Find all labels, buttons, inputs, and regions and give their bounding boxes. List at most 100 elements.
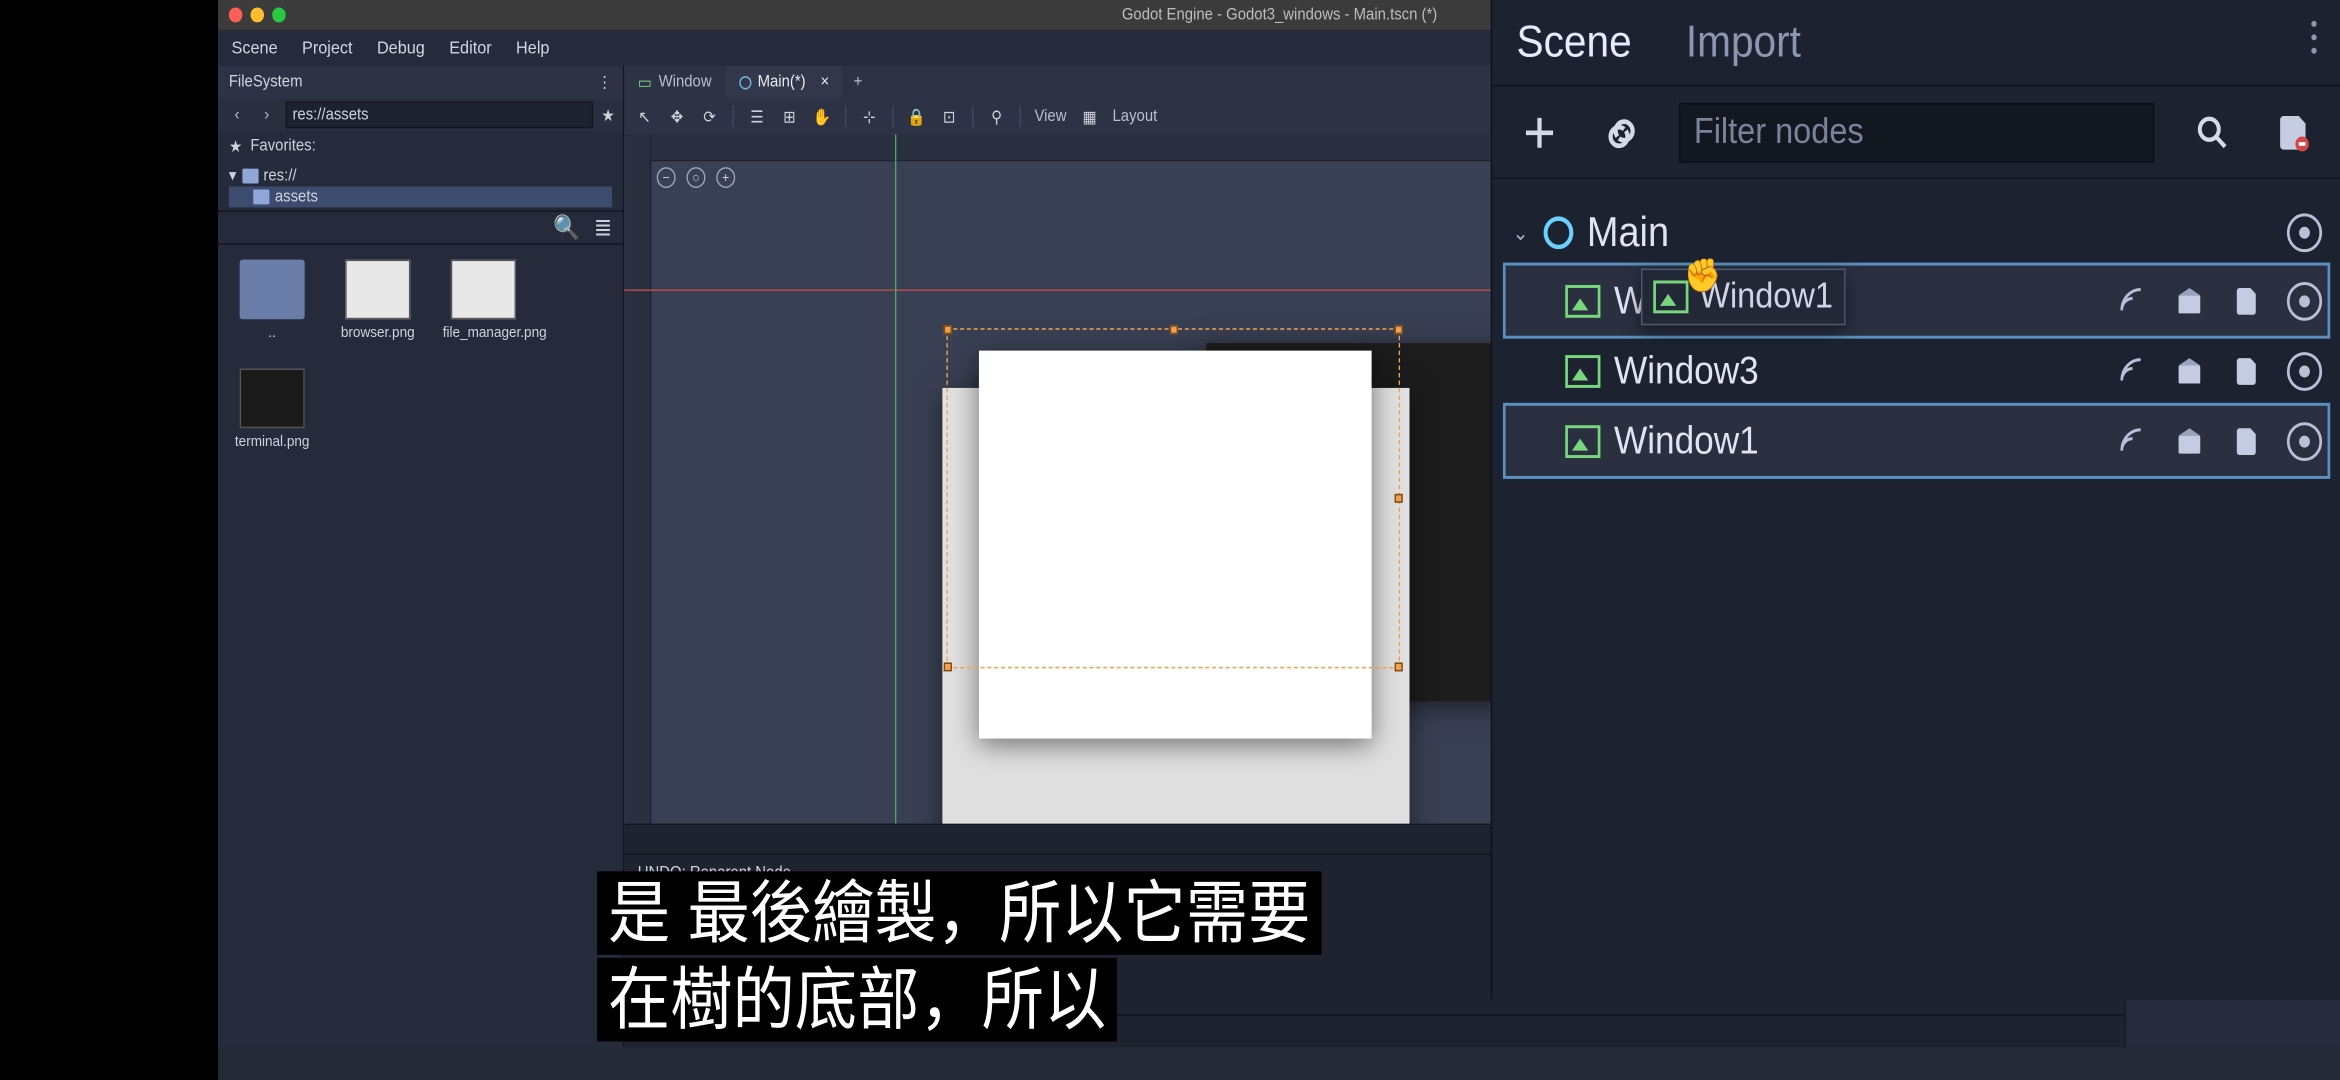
zoom-out-icon[interactable]: − (657, 167, 676, 188)
node-label: Window3 (1614, 348, 1759, 394)
tree-root[interactable]: ▾res:// (229, 164, 612, 186)
dock-tab-scene[interactable]: Scene (1516, 17, 1631, 68)
snap-tool-icon[interactable]: ⊞ (780, 106, 799, 127)
script-icon[interactable] (2230, 283, 2262, 319)
tree-assets[interactable]: assets (229, 187, 612, 208)
list-view-icon[interactable]: ≣ (594, 213, 612, 243)
subtitle-overlay: 是 最後繪製，所以它需要 在樹的底部，所以 (597, 871, 1321, 1043)
selection-rect[interactable] (946, 328, 1400, 668)
rotate-tool-icon[interactable]: ⟳ (700, 106, 719, 127)
visibility-icon[interactable] (2287, 213, 2322, 252)
menu-project[interactable]: Project (302, 37, 353, 58)
window-controls[interactable] (229, 7, 286, 22)
file-grid: .. browser.png file_manager.png terminal… (218, 243, 623, 1047)
tab-window[interactable]: ▭Window (624, 66, 725, 99)
resize-handle[interactable] (1395, 662, 1403, 671)
scene-node-window3[interactable]: Window3 (1506, 336, 2328, 406)
menu-editor[interactable]: Editor (449, 37, 491, 58)
zoom-in-icon[interactable]: + (716, 167, 735, 188)
resize-handle[interactable] (1395, 494, 1403, 503)
nav-back-icon[interactable]: ‹ (226, 106, 248, 124)
zoom-reset-icon[interactable]: ○ (686, 167, 705, 188)
visibility-icon[interactable] (2287, 351, 2322, 390)
signal-icon[interactable] (2116, 423, 2148, 459)
dock-menu-icon[interactable] (2311, 21, 2316, 54)
node2d-icon (739, 75, 751, 88)
script-icon[interactable] (2230, 423, 2262, 459)
nav-fwd-icon[interactable]: › (256, 106, 278, 124)
move-tool-icon[interactable]: ✥ (668, 106, 687, 127)
script-icon[interactable] (2230, 353, 2262, 389)
select-tool-icon[interactable]: ↖ (635, 106, 654, 127)
node-label: Window1 (1614, 418, 1759, 464)
texturerect-icon (1653, 280, 1688, 313)
layout-menu[interactable]: Layout (1113, 107, 1158, 125)
axis-y (895, 134, 896, 823)
group-icon[interactable]: ⊡ (940, 106, 959, 127)
path-input[interactable] (286, 101, 594, 128)
resize-handle[interactable] (944, 662, 952, 671)
new-tab-button[interactable]: + (843, 73, 873, 91)
texturerect-icon (1565, 424, 1600, 457)
bone-icon[interactable]: ⚲ (987, 106, 1006, 127)
menu-help[interactable]: Help (516, 37, 549, 58)
window-title: Godot Engine - Godot3_windows - Main.tsc… (1122, 6, 1437, 24)
list-tool-icon[interactable]: ☰ (747, 106, 766, 127)
favorite-star-icon[interactable]: ★ (601, 105, 614, 124)
pan-tool-icon[interactable]: ✋ (812, 106, 831, 127)
close-icon[interactable] (229, 7, 243, 22)
resize-handle[interactable] (944, 325, 952, 334)
file-terminal[interactable]: terminal.png (232, 369, 313, 451)
scene-node-window1[interactable]: Window1 (1506, 406, 2328, 476)
instance-scene-icon[interactable] (1598, 107, 1644, 158)
view-menu[interactable]: View (1034, 107, 1066, 125)
menu-debug[interactable]: Debug (377, 37, 425, 58)
folder-icon (242, 168, 258, 183)
instance-icon[interactable] (2173, 283, 2205, 319)
panel-menu-icon[interactable]: ⋮ (597, 72, 612, 91)
instance-icon[interactable] (2173, 353, 2205, 389)
minimize-icon[interactable] (250, 7, 264, 22)
scene-node-window2[interactable]: Window2 Window1 ✊ (1506, 266, 2328, 336)
favorites-label: ★ Favorites: (218, 131, 623, 161)
add-node-icon[interactable] (1516, 107, 1562, 158)
node-label: Main (1587, 209, 1669, 257)
status-bar (218, 1047, 2340, 1080)
filesystem-header: FileSystem ⋮ (218, 66, 623, 99)
image-thumb (451, 260, 516, 320)
file-file-manager[interactable]: file_manager.png (443, 260, 524, 342)
search-icon[interactable] (2189, 107, 2235, 158)
scene-dock-zoomed: Scene Import Filter nodes ⌄ Main Window2 (1491, 0, 2340, 1000)
collapse-icon[interactable]: ⌄ (1511, 220, 1530, 245)
attach-script-icon[interactable] (2271, 107, 2317, 158)
texturerect-icon (1565, 354, 1600, 387)
close-tab-icon[interactable]: × (821, 73, 830, 91)
file-browser[interactable]: browser.png (337, 260, 418, 342)
ruler-vertical (624, 134, 651, 823)
signal-icon[interactable] (2116, 283, 2148, 319)
tab-main[interactable]: Main(*)× (725, 66, 843, 99)
drag-ghost: Window1 (1641, 269, 1845, 326)
instance-icon[interactable] (2173, 423, 2205, 459)
resize-handle[interactable] (1169, 325, 1177, 334)
snap-config-icon[interactable]: ⊹ (860, 106, 879, 127)
filesystem-title: FileSystem (229, 73, 303, 91)
filter-nodes-input[interactable]: Filter nodes (1679, 102, 2154, 162)
texturerect-icon (1565, 284, 1600, 317)
image-thumb (345, 260, 410, 320)
visibility-icon[interactable] (2287, 421, 2322, 460)
menu-scene[interactable]: Scene (232, 37, 278, 58)
resize-handle[interactable] (1395, 325, 1403, 334)
search-icon[interactable]: 🔍 (553, 213, 580, 243)
folder-icon (253, 189, 269, 204)
node2d-icon (1544, 216, 1574, 249)
lock-icon[interactable]: 🔒 (907, 106, 926, 127)
file-parent[interactable]: .. (232, 260, 313, 342)
zoom-icon[interactable] (272, 7, 286, 22)
dock-tab-import[interactable]: Import (1686, 17, 1801, 68)
scene-node-main[interactable]: ⌄ Main (1506, 200, 2328, 266)
signal-icon[interactable] (2116, 353, 2148, 389)
visibility-icon[interactable] (2287, 281, 2322, 320)
folder-icon (240, 260, 305, 320)
layout-icon[interactable]: ▦ (1080, 106, 1099, 127)
